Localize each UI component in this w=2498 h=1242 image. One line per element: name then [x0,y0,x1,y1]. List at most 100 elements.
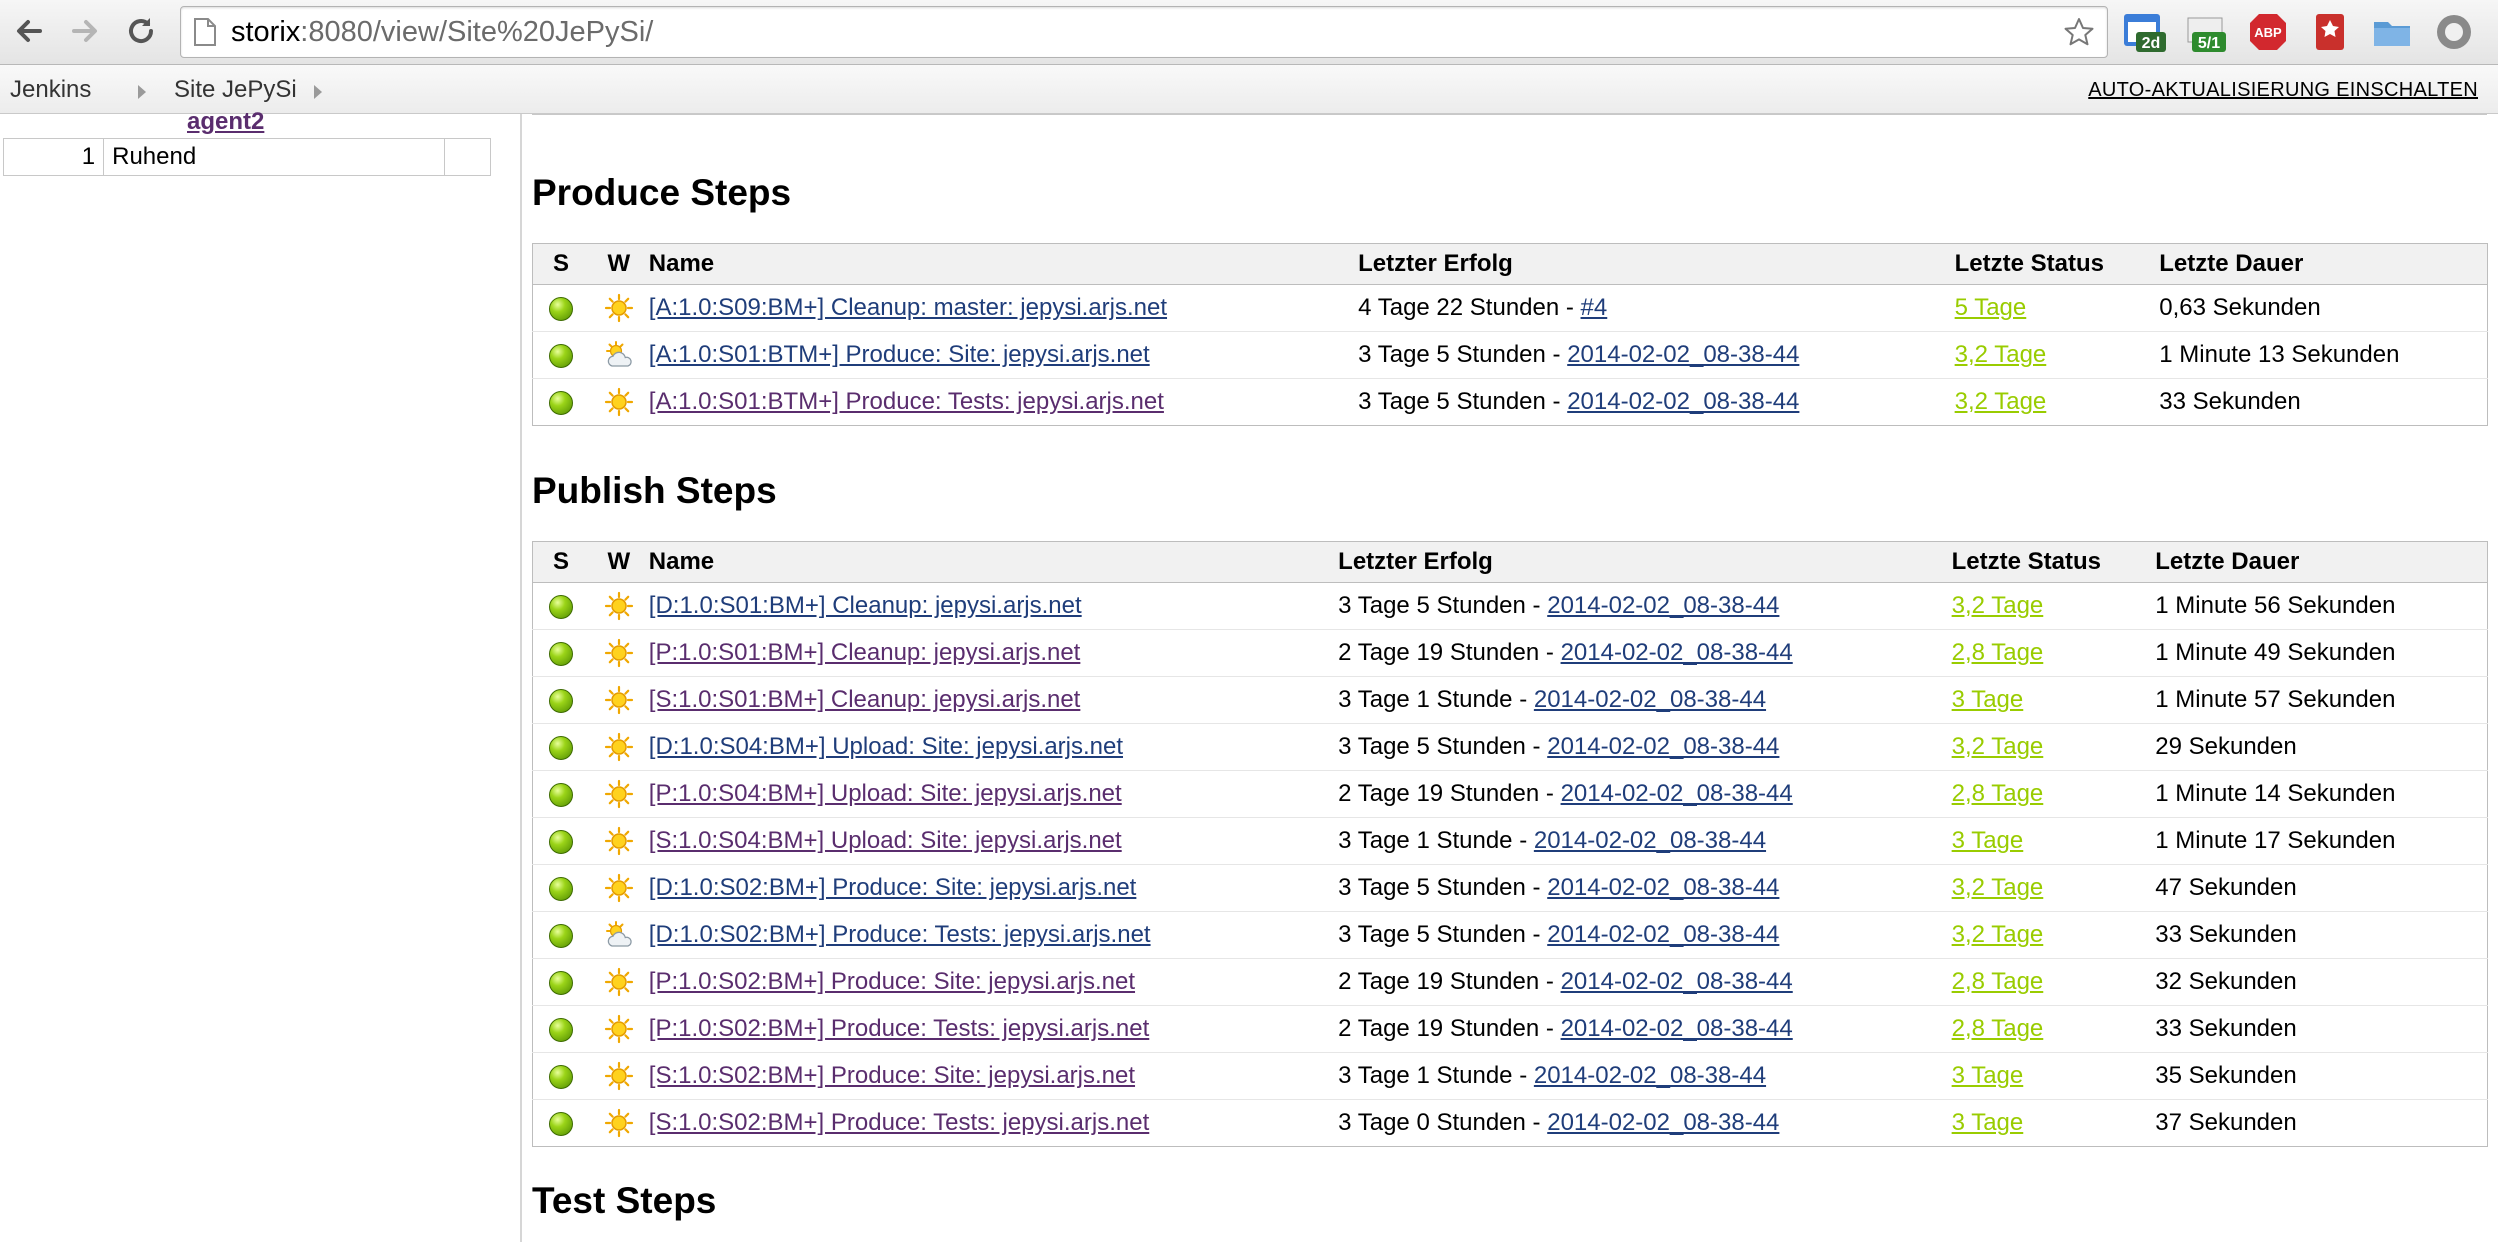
header-last-success[interactable]: Letzter Erfolg [1338,541,1952,583]
header-weather[interactable]: W [588,541,649,583]
job-link[interactable]: [D:1.0:S01:BM+] Cleanup: jepysi.arjs.net [649,592,1082,619]
job-link[interactable]: [P:1.0:S04:BM+] Upload: Site: jepysi.arj… [649,780,1122,807]
status-cell [532,864,589,912]
last-duration-cell: 33 Sekunden [2159,378,2488,426]
build-link[interactable]: 2014-02-02_08-38-44 [1534,686,1766,713]
last-status-cell: 3,2 Tage [1954,331,2160,379]
calendar-extension-icon[interactable]: 2d [2122,10,2166,54]
status-cell [532,911,589,959]
job-link[interactable]: [P:1.0:S01:BM+] Cleanup: jepysi.arjs.net [649,639,1081,666]
build-link[interactable]: 2014-02-02_08-38-44 [1567,341,1799,368]
last-success-cell: 3 Tage 0 Stunden - 2014-02-02_08-38-44 [1338,1099,1952,1147]
forward-button[interactable] [64,10,106,52]
job-link[interactable]: [A:1.0:S01:BTM+] Produce: Site: jepysi.a… [649,341,1150,368]
last-duration-cell: 33 Sekunden [2155,911,2488,959]
status-cell [532,284,589,332]
last-status-cell: 3 Tage [1951,1099,2156,1147]
last-duration-cell: 1 Minute 49 Sekunden [2155,629,2488,677]
build-link[interactable]: 2014-02-02_08-38-44 [1561,968,1793,995]
success-ball-icon [548,594,573,619]
header-status[interactable]: S [532,243,589,285]
breadcrumb-arrow-icon[interactable] [138,85,146,99]
build-link[interactable]: 2014-02-02_08-38-44 [1561,1015,1793,1042]
back-button[interactable] [8,10,50,52]
job-link[interactable]: [P:1.0:S02:BM+] Produce: Tests: jepysi.a… [649,1015,1149,1042]
job-link[interactable]: [S:1.0:S02:BM+] Produce: Tests: jepysi.a… [649,1109,1149,1136]
last-status-link[interactable]: 3,2 Tage [1952,733,2044,760]
build-link[interactable]: 2014-02-02_08-38-44 [1547,921,1779,948]
last-status-link[interactable]: 3 Tage [1952,1109,2024,1136]
header-name[interactable]: Name [648,243,1359,285]
executor-action-cell [444,138,491,176]
success-ball-icon [548,876,573,901]
last-success-cell: 3 Tage 5 Stunden - 2014-02-02_08-38-44 [1338,864,1952,912]
breadcrumb-arrow-icon[interactable] [314,85,322,99]
last-status-link[interactable]: 3 Tage [1952,686,2024,713]
job-link[interactable]: [S:1.0:S01:BM+] Cleanup: jepysi.arjs.net [649,686,1081,713]
breadcrumb-jenkins[interactable]: Jenkins [10,76,91,104]
build-link[interactable]: #4 [1581,294,1608,321]
weather-cell [588,378,649,426]
profile-extension-icon[interactable] [2432,10,2476,54]
adblock-extension-icon[interactable]: ABP [2246,10,2290,54]
last-success-cell: 3 Tage 5 Stunden - 2014-02-02_08-38-44 [1358,378,1955,426]
header-last-status[interactable]: Letzte Status [1951,541,2156,583]
reload-button[interactable] [120,10,162,52]
last-duration-cell: 35 Sekunden [2155,1052,2488,1100]
last-duration-cell: 29 Sekunden [2155,723,2488,771]
success-ball-icon [548,970,573,995]
job-name-cell: [A:1.0:S01:BTM+] Produce: Tests: jepysi.… [648,378,1359,426]
last-status-link[interactable]: 3 Tage [1952,1062,2024,1089]
build-link[interactable]: 2014-02-02_08-38-44 [1547,874,1779,901]
header-weather[interactable]: W [588,243,649,285]
job-link[interactable]: [D:1.0:S04:BM+] Upload: Site: jepysi.arj… [649,733,1123,760]
last-status-link[interactable]: 2,8 Tage [1952,1015,2044,1042]
job-link[interactable]: [S:1.0:S02:BM+] Produce: Site: jepysi.ar… [649,1062,1135,1089]
build-link[interactable]: 2014-02-02_08-38-44 [1561,639,1793,666]
mail-extension-icon[interactable]: 5/1 [2184,10,2228,54]
header-last-duration[interactable]: Letzte Dauer [2155,541,2488,583]
last-status-link[interactable]: 2,8 Tage [1952,639,2044,666]
weather-cell [588,1005,649,1053]
last-status-link[interactable]: 2,8 Tage [1952,968,2044,995]
table-row: [D:1.0:S02:BM+] Produce: Site: jepysi.ar… [532,864,2488,912]
job-link[interactable]: [D:1.0:S02:BM+] Produce: Site: jepysi.ar… [649,874,1137,901]
job-link[interactable]: [A:1.0:S09:BM+] Cleanup: master: jepysi.… [649,294,1167,321]
address-bar[interactable]: storix:8080/view/Site%20JePySi/ [180,6,2108,58]
build-link[interactable]: 2014-02-02_08-38-44 [1561,780,1793,807]
table-row: [P:1.0:S02:BM+] Produce: Site: jepysi.ar… [532,958,2488,1006]
last-status-link[interactable]: 3,2 Tage [1952,592,2044,619]
header-name[interactable]: Name [648,541,1339,583]
build-link[interactable]: 2014-02-02_08-38-44 [1547,1109,1779,1136]
header-status[interactable]: S [532,541,589,583]
header-last-duration[interactable]: Letzte Dauer [2159,243,2488,285]
build-link[interactable]: 2014-02-02_08-38-44 [1567,388,1799,415]
build-link[interactable]: 2014-02-02_08-38-44 [1534,1062,1766,1089]
last-success-text: 3 Tage 1 Stunde - [1338,686,1534,713]
agent-link[interactable]: agent2 [187,108,264,136]
last-status-link[interactable]: 3,2 Tage [1952,921,2044,948]
build-link[interactable]: 2014-02-02_08-38-44 [1547,592,1779,619]
folder-extension-icon[interactable] [2370,10,2414,54]
last-status-link[interactable]: 2,8 Tage [1952,780,2044,807]
last-duration-cell: 1 Minute 13 Sekunden [2159,331,2488,379]
pocket-extension-icon[interactable] [2308,10,2352,54]
header-last-success[interactable]: Letzter Erfolg [1358,243,1955,285]
last-status-link[interactable]: 3,2 Tage [1952,874,2044,901]
job-link[interactable]: [D:1.0:S02:BM+] Produce: Tests: jepysi.a… [649,921,1151,948]
build-link[interactable]: 2014-02-02_08-38-44 [1534,827,1766,854]
last-status-link[interactable]: 3 Tage [1952,827,2024,854]
last-status-link[interactable]: 5 Tage [1955,294,2027,321]
job-link[interactable]: [A:1.0:S01:BTM+] Produce: Tests: jepysi.… [649,388,1164,415]
build-link[interactable]: 2014-02-02_08-38-44 [1547,733,1779,760]
bookmark-star-icon[interactable] [2063,16,2095,48]
sunny-weather-icon [604,591,633,621]
status-cell [532,1099,589,1147]
breadcrumb-view[interactable]: Site JePySi [174,76,297,104]
header-last-status[interactable]: Letzte Status [1954,243,2160,285]
job-link[interactable]: [S:1.0:S04:BM+] Upload: Site: jepysi.arj… [649,827,1122,854]
last-status-link[interactable]: 3,2 Tage [1955,341,2047,368]
auto-refresh-link[interactable]: AUTO-AKTUALISIERUNG EINSCHALTEN [2088,79,2478,102]
job-link[interactable]: [P:1.0:S02:BM+] Produce: Site: jepysi.ar… [649,968,1135,995]
last-status-link[interactable]: 3,2 Tage [1955,388,2047,415]
